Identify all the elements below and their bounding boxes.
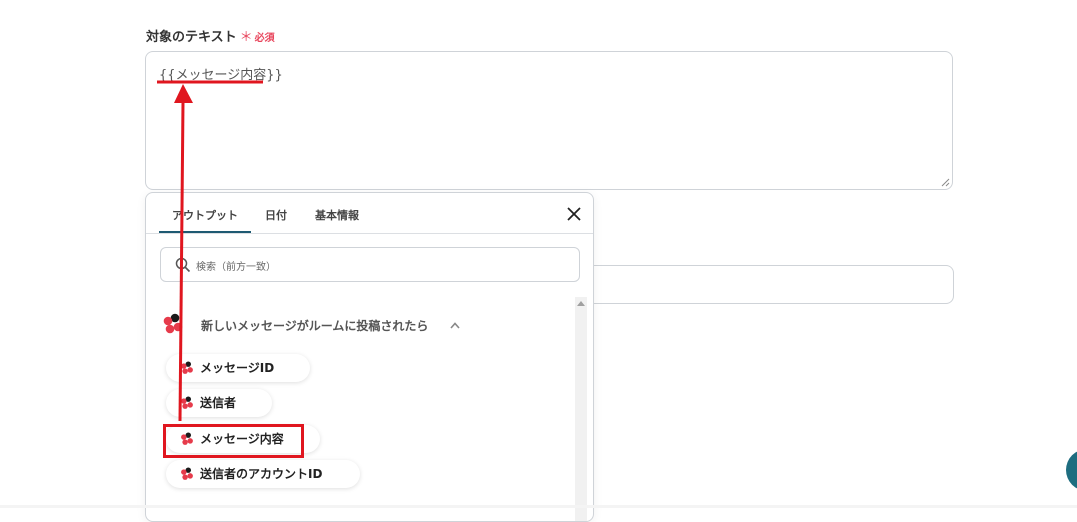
search-placeholder: 検索（前方一致） [196, 262, 276, 273]
field-label-text: 対象のテキスト [146, 30, 237, 45]
help-fab-button[interactable] [1066, 449, 1077, 491]
output-item-message-id[interactable]: メッセージID [166, 354, 310, 382]
scroll-up-icon[interactable] [577, 301, 585, 306]
output-item-label: 送信者 [200, 396, 237, 410]
output-item-sender-account-id[interactable]: 送信者のアカウントID [166, 460, 360, 488]
chatwork-logo-icon [163, 313, 183, 334]
second-input-field[interactable] [560, 265, 954, 304]
output-item-sender[interactable]: 送信者 [166, 389, 272, 417]
tab-date[interactable]: 日付 [265, 207, 287, 223]
chatwork-logo-icon [181, 467, 193, 480]
field-label: 対象のテキスト＊必須 [146, 26, 275, 45]
required-star: ＊ [239, 30, 253, 45]
close-icon[interactable] [566, 206, 582, 222]
chatwork-logo-icon [181, 361, 193, 374]
chatwork-logo-icon [181, 396, 193, 409]
target-text-textarea[interactable]: {{メッセージ内容}} [145, 51, 953, 190]
chevron-up-icon[interactable] [450, 321, 460, 329]
required-badge: 必須 [254, 33, 275, 44]
tab-basic-info[interactable]: 基本情報 [315, 207, 359, 223]
group-title: 新しいメッセージがルームに投稿されたら [201, 319, 429, 333]
resize-grip-icon[interactable] [941, 178, 950, 187]
tab-output[interactable]: アウトプット [159, 207, 251, 233]
output-group-header[interactable]: 新しいメッセージがルームに投稿されたら [162, 313, 472, 337]
popup-tabs: アウトプット 日付 基本情報 [146, 193, 593, 234]
annotation-highlight-box [163, 424, 304, 458]
textarea-value: {{メッセージ内容}} [159, 68, 283, 83]
search-icon [175, 257, 191, 273]
scrollbar[interactable] [575, 297, 587, 521]
search-input[interactable]: 検索（前方一致） [160, 247, 580, 282]
output-item-label: 送信者のアカウントID [200, 467, 323, 481]
output-item-label: メッセージID [200, 361, 275, 375]
